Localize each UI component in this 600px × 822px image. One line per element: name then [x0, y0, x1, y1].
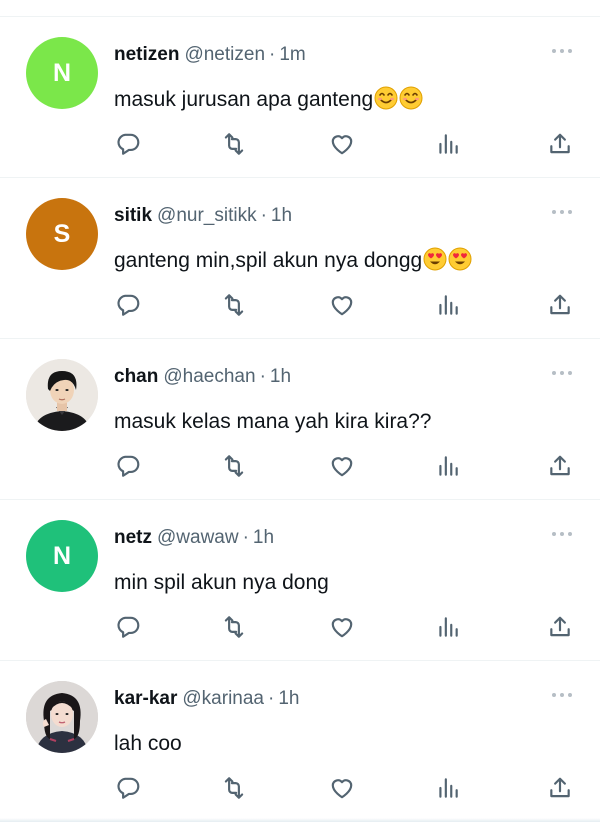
retweet-icon[interactable] [219, 451, 249, 481]
share-icon[interactable] [545, 451, 575, 481]
user-photo-karina [26, 681, 98, 753]
tweet-header: kar-kar @karinaa · 1h [114, 687, 299, 711]
like-icon[interactable] [327, 129, 357, 159]
tweet-actions [113, 451, 578, 481]
tweet[interactable]: N netz @wawaw · 1h min spil akun nya dong [0, 500, 600, 661]
reply-icon[interactable] [113, 773, 143, 803]
retweet-icon[interactable] [219, 129, 249, 159]
timestamp[interactable]: 1h [253, 527, 274, 548]
avatar[interactable]: N [26, 520, 98, 592]
views-icon[interactable] [433, 773, 463, 803]
top-divider [0, 0, 600, 17]
tweet-actions [113, 129, 578, 159]
reply-icon[interactable] [113, 290, 143, 320]
user-photo-chan [26, 359, 98, 431]
smiling-face-emoji [399, 86, 423, 110]
tweet-text: masuk jurusan apa ganteng [114, 86, 423, 114]
separator: · [242, 527, 249, 548]
more-options-icon[interactable] [552, 47, 572, 55]
tweet-text: min spil akun nya dong [114, 571, 329, 594]
separator: · [269, 44, 276, 65]
tweet-actions [113, 612, 578, 642]
separator: · [259, 366, 266, 387]
tweet[interactable]: N netizen @netizen · 1m masuk jurusan apa g… [0, 17, 600, 178]
retweet-icon[interactable] [219, 612, 249, 642]
like-icon[interactable] [327, 773, 357, 803]
avatar[interactable]: N [26, 37, 98, 109]
share-icon[interactable] [545, 612, 575, 642]
timestamp[interactable]: 1h [271, 205, 292, 226]
user-handle[interactable]: @wawaw [157, 527, 239, 548]
like-icon[interactable] [327, 451, 357, 481]
display-name[interactable]: netizen [114, 44, 179, 65]
views-icon[interactable] [433, 129, 463, 159]
smiling-face-emoji [374, 86, 398, 110]
tweet-text: masuk kelas mana yah kira kira?? [114, 410, 432, 433]
tweet-text: ganteng min,spil akun nya dongg [114, 247, 472, 275]
like-icon[interactable] [327, 612, 357, 642]
separator: · [260, 205, 267, 226]
heart-eyes-emoji [423, 247, 447, 271]
display-name[interactable]: chan [114, 366, 158, 387]
display-name[interactable]: sitik [114, 205, 152, 226]
replies-feed: N netizen @netizen · 1m masuk jurusan apa g… [0, 0, 600, 821]
retweet-icon[interactable] [219, 773, 249, 803]
more-options-icon[interactable] [552, 530, 572, 538]
more-options-icon[interactable] [552, 208, 572, 216]
display-name[interactable]: netz [114, 527, 152, 548]
tweet-header: sitik @nur_sitikk · 1h [114, 204, 292, 228]
share-icon[interactable] [545, 773, 575, 803]
share-icon[interactable] [545, 129, 575, 159]
tweet[interactable]: S sitik @nur_sitikk · 1h ganteng min,spil a… [0, 178, 600, 339]
like-icon[interactable] [327, 290, 357, 320]
tweet-actions [113, 773, 578, 803]
reply-icon[interactable] [113, 451, 143, 481]
views-icon[interactable] [433, 612, 463, 642]
views-icon[interactable] [433, 290, 463, 320]
separator: · [268, 688, 275, 709]
retweet-icon[interactable] [219, 290, 249, 320]
more-options-icon[interactable] [552, 691, 572, 699]
avatar[interactable] [26, 359, 98, 431]
bottom-edge [0, 818, 600, 822]
user-handle[interactable]: @nur_sitikk [157, 205, 257, 226]
avatar[interactable]: S [26, 198, 98, 270]
avatar[interactable] [26, 681, 98, 753]
user-handle[interactable]: @karinaa [182, 688, 264, 709]
timestamp[interactable]: 1h [278, 688, 299, 709]
tweet-text: lah coo [114, 732, 182, 755]
views-icon[interactable] [433, 451, 463, 481]
timestamp[interactable]: 1m [279, 44, 305, 65]
reply-icon[interactable] [113, 129, 143, 159]
tweet-actions [113, 290, 578, 320]
share-icon[interactable] [545, 290, 575, 320]
more-options-icon[interactable] [552, 369, 572, 377]
tweet[interactable]: chan @haechan · 1h masuk kelas mana yah kir… [0, 339, 600, 500]
heart-eyes-emoji [448, 247, 472, 271]
timestamp[interactable]: 1h [270, 366, 291, 387]
tweet-header: chan @haechan · 1h [114, 365, 291, 389]
user-handle[interactable]: @haechan [163, 366, 255, 387]
display-name[interactable]: kar-kar [114, 688, 177, 709]
tweet[interactable]: kar-kar @karinaa · 1h lah coo [0, 661, 600, 821]
user-handle[interactable]: @netizen [184, 44, 265, 65]
reply-icon[interactable] [113, 612, 143, 642]
tweet-header: netizen @netizen · 1m [114, 43, 306, 67]
tweet-header: netz @wawaw · 1h [114, 526, 274, 550]
